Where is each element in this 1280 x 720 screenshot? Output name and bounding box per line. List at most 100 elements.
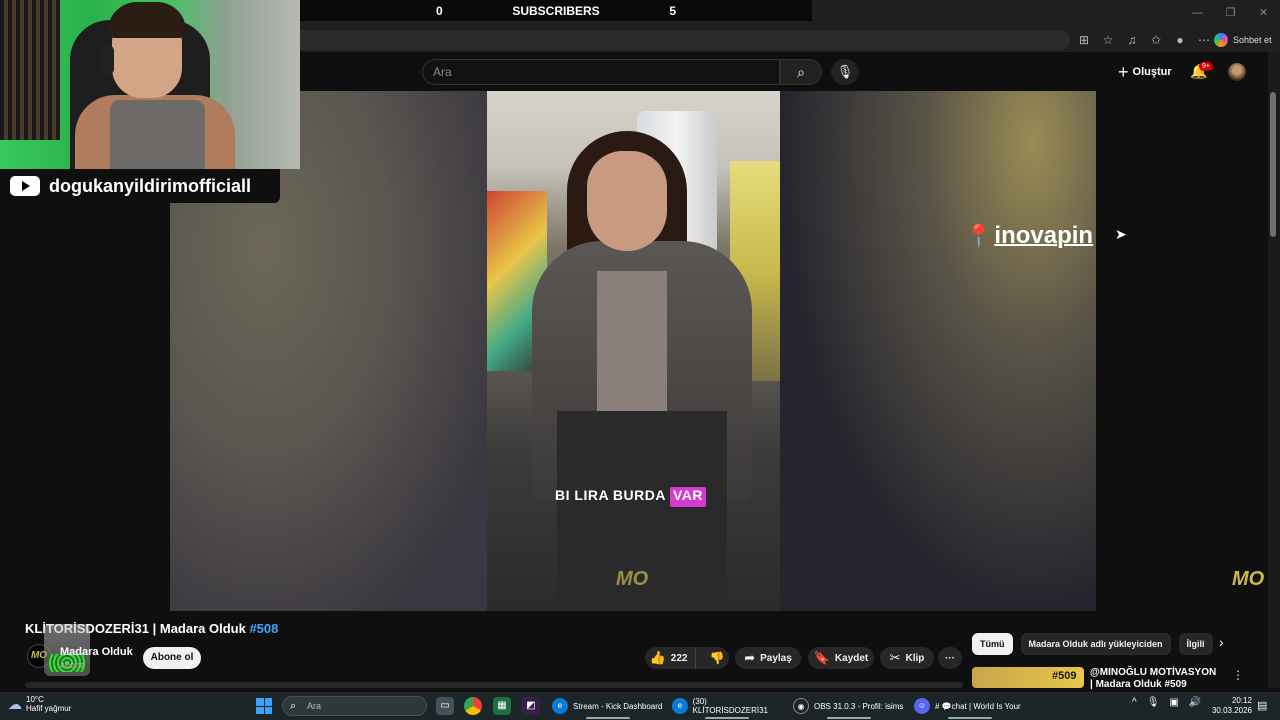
taskbar-clock[interactable]: 20:12 30.03.2026	[1210, 696, 1252, 716]
clock-time: 20:12	[1231, 696, 1252, 705]
microphone-icon[interactable]: 🎙	[1147, 697, 1160, 708]
more-dots-icon: ···	[945, 652, 955, 664]
spreadsheet-icon[interactable]: ▦	[493, 697, 511, 715]
rain-cloud-icon: ☁	[8, 695, 22, 712]
favorite-star-icon[interactable]: ☆	[1100, 33, 1116, 47]
close-button[interactable]: ✕	[1247, 0, 1280, 28]
copilot-icon	[1214, 33, 1228, 47]
minimize-button[interactable]: —	[1181, 0, 1214, 28]
dislike-button[interactable]: 👎	[701, 651, 732, 665]
video-caption: BI LIRA BURDA VAR	[555, 487, 707, 507]
weather-widget[interactable]: ☁ 10°C Hafif yağmur	[8, 695, 71, 713]
discord-icon: ☺	[914, 698, 930, 714]
streamer-hair	[108, 2, 186, 38]
more-menu-icon[interactable]: ⋯	[1196, 33, 1212, 47]
subscriber-label: SUBSCRIBERS	[512, 4, 600, 18]
person-face	[587, 151, 667, 251]
kebab-menu-icon[interactable]: ⋮	[1232, 668, 1244, 682]
scrollbar-thumb[interactable]	[1270, 92, 1276, 237]
windows-start-icon[interactable]	[256, 698, 272, 714]
microphone-icon: 🎙	[836, 64, 854, 79]
chrome-icon[interactable]	[464, 697, 482, 715]
editor-app-icon[interactable]: ◩	[522, 697, 540, 715]
file-explorer-icon[interactable]: ▭	[436, 697, 454, 715]
plus-icon: +	[1118, 61, 1129, 82]
browser-toolbar-icons: ⊞ ☆ ♫ ✩ ● ⋯	[1076, 30, 1212, 50]
mouse-cursor-icon: ➤	[1115, 226, 1127, 242]
create-label: Oluştur	[1132, 66, 1172, 78]
taskbar-app-label: Stream - Kick Dashboard	[573, 701, 663, 711]
taskbar-app-label: # 💬chat | World Is Your	[935, 701, 1021, 711]
channel-watermark[interactable]: MO	[1232, 568, 1264, 591]
video-hashtag[interactable]: #508	[249, 621, 278, 636]
chevron-up-icon[interactable]: ^	[1132, 697, 1137, 708]
favorites-icon[interactable]: ✩	[1148, 33, 1164, 47]
like-button[interactable]: 👍 222	[642, 647, 697, 669]
streamer-shirt	[110, 100, 205, 169]
taskbar-search-input[interactable]: ⌕ Ara	[282, 696, 427, 716]
volume-icon[interactable]: 🔊	[1189, 697, 1201, 708]
clip-button[interactable]: ✂ Klip	[880, 647, 934, 669]
split-screen-icon[interactable]: ⊞	[1076, 33, 1092, 47]
chip-related[interactable]: İlgili	[1178, 633, 1213, 655]
chevron-right-icon[interactable]: ›	[1219, 634, 1224, 650]
share-button[interactable]: ➦ Paylaş	[735, 647, 801, 669]
like-count: 222	[670, 652, 688, 664]
search-icon: ⌕	[797, 64, 805, 80]
search-icon: ⌕	[290, 700, 297, 712]
taskbar-app-discord[interactable]: ☺ # 💬chat | World Is Your	[914, 696, 1026, 719]
sponsor-text: inovapin	[994, 222, 1094, 249]
webcam-channel-label: dogukanyildirimofficiall	[0, 169, 280, 203]
copilot-button[interactable]: Sohbet et	[1214, 30, 1272, 50]
obs-icon: ◉	[793, 698, 809, 714]
profile-icon[interactable]: ●	[1172, 33, 1188, 47]
bookmark-icon: 🔖	[813, 650, 830, 665]
channel-subscribers: abone	[60, 660, 86, 670]
save-label: Kaydet	[834, 652, 869, 664]
edge-browser-icon: e	[672, 698, 688, 714]
taskbar-search-placeholder: Ara	[307, 701, 322, 711]
search-input[interactable]: Ara	[422, 59, 780, 85]
subscribe-button[interactable]: Abone ol	[143, 647, 201, 669]
recommendation-title[interactable]: @MINOĞLU MOTİVASYON | Madara Olduk #509	[1090, 667, 1220, 691]
scissors-icon: ✂	[889, 650, 901, 665]
notification-center-icon[interactable]: ▤	[1257, 699, 1267, 712]
thumbs-up-icon: 👍	[649, 650, 666, 665]
sponsor-logo: 📍 inovapin	[965, 222, 1093, 250]
search-button[interactable]: ⌕	[780, 59, 822, 85]
person-top	[597, 271, 667, 411]
voice-search-button[interactable]: 🎙	[831, 59, 859, 85]
share-icon: ➦	[744, 650, 756, 665]
caption-highlight: VAR	[669, 487, 707, 507]
taskbar-app-youtube[interactable]: e (30) KLİTORİSDOZERİ31	[672, 696, 782, 719]
save-button[interactable]: 🔖 Kaydet	[808, 647, 874, 669]
youtube-logo-icon	[10, 176, 40, 196]
channel-name[interactable]: Madara Olduk	[60, 646, 133, 658]
description-box-edge	[25, 682, 963, 688]
video-watermark: MO	[616, 568, 649, 590]
taskbar-app-obs[interactable]: ◉ OBS 31.0.3 - Profil: isims	[793, 696, 905, 719]
recommendation-thumbnail[interactable]: #509	[972, 667, 1084, 688]
more-actions-button[interactable]: ···	[938, 647, 962, 669]
video-frame[interactable]	[487, 91, 780, 611]
chip-all[interactable]: Tümü	[972, 633, 1013, 655]
taskbar-app-label: (30) KLİTORİSDOZERİ31	[692, 697, 769, 715]
webcam-channel-name: dogukanyildirimofficiall	[49, 175, 252, 196]
user-avatar[interactable]	[1228, 63, 1246, 81]
window-controls: — ❐ ✕	[1181, 0, 1280, 28]
webcam-overlay	[0, 0, 300, 169]
video-blur-right	[780, 91, 1096, 611]
copilot-label: Sohbet et	[1233, 35, 1272, 45]
headset-icon	[100, 45, 114, 75]
create-button[interactable]: + Oluştur	[1118, 62, 1172, 82]
maximize-button[interactable]: ❐	[1214, 0, 1247, 28]
extensions-icon[interactable]: ♫	[1124, 33, 1140, 47]
share-label: Paylaş	[760, 652, 792, 664]
address-bar[interactable]	[300, 30, 1070, 50]
taskbar-app-kick[interactable]: e Stream - Kick Dashboard	[552, 696, 664, 719]
chip-from-uploader[interactable]: Madara Olduk adlı yükleyiciden	[1020, 633, 1171, 655]
network-icon[interactable]: ▣	[1169, 697, 1178, 708]
edge-browser-icon: e	[552, 698, 568, 714]
clock-date: 30.03.2026	[1211, 706, 1252, 715]
location-pin-icon: 📍	[965, 223, 993, 248]
